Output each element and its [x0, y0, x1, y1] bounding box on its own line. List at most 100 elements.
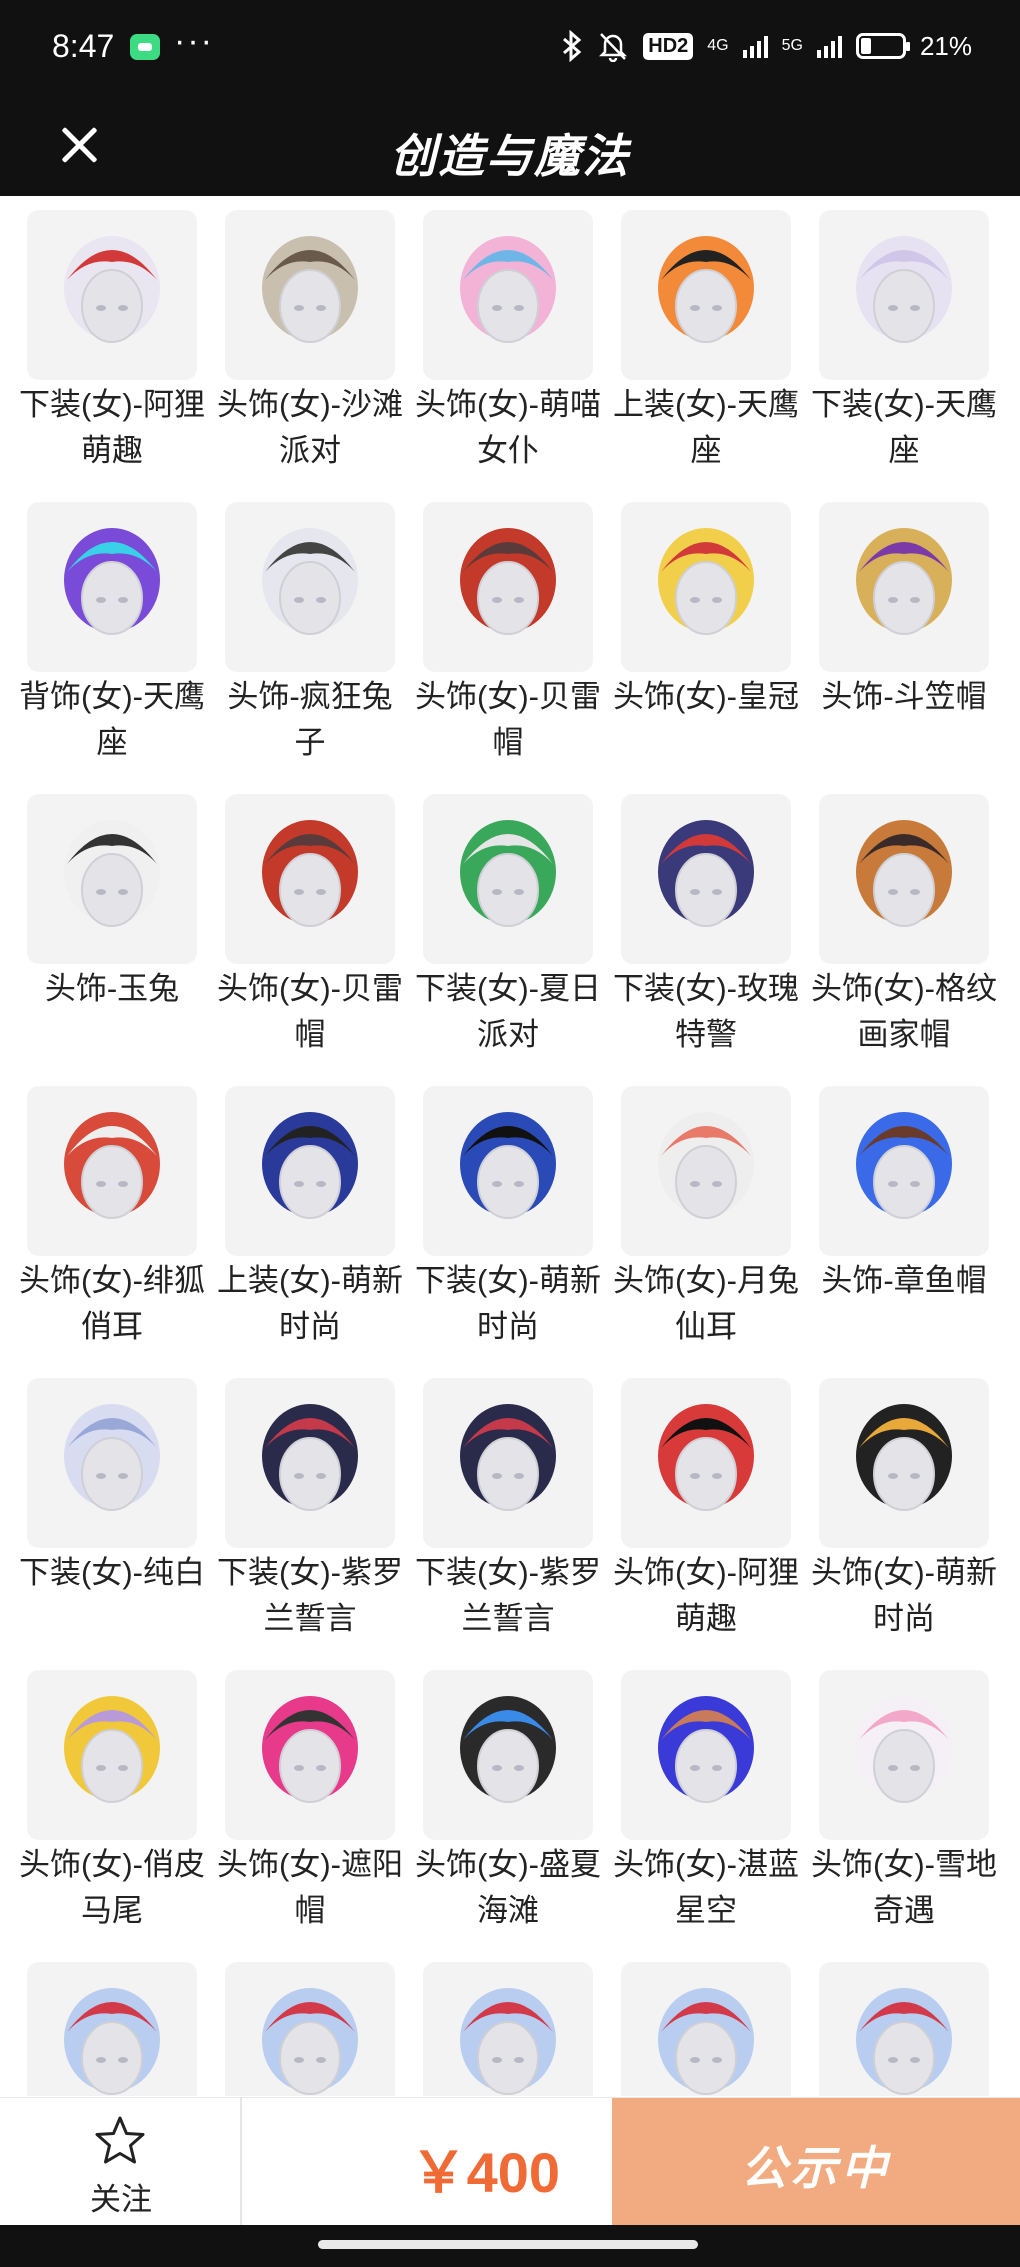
home-indicator[interactable] — [318, 2240, 698, 2249]
system-status-bar: 8:47 ··· HD2 4G 5G 21% — [0, 0, 1020, 98]
status-icons: HD2 4G 5G 21% — [561, 30, 972, 62]
bluetooth-icon — [563, 30, 582, 62]
item-thumbnail — [621, 1378, 791, 1548]
follow-label: 关注 — [90, 2182, 152, 2217]
grid-item[interactable]: 下装(女)-紫罗兰誓言 — [413, 1364, 603, 1656]
grid-item[interactable]: 头饰-章鱼帽 — [809, 1072, 999, 1364]
item-thumbnail — [225, 1670, 395, 1840]
grid-item[interactable]: 头饰-疯狂兔子 — [215, 488, 405, 780]
item-label: 头饰(女)-雪地奇遇 — [811, 1847, 997, 1928]
star-icon — [95, 2116, 145, 2164]
grid-item[interactable]: 头饰-玉兔 — [17, 780, 207, 1072]
grid-item[interactable]: 头饰(女)-萌喵女仆 — [413, 196, 603, 488]
status-time: 8:47 — [52, 28, 115, 64]
item-label: 头饰(女)-湛蓝星空 — [613, 1847, 799, 1928]
grid-item[interactable]: 头饰(女)-阿狸萌趣 — [611, 1364, 801, 1656]
more-notifications-icon: ··· — [174, 22, 214, 60]
grid-item[interactable]: 头饰-斗笠帽 — [809, 488, 999, 780]
item-thumbnail — [819, 1962, 989, 2096]
grid-item[interactable]: 头饰(女)-遮阳帽 — [215, 1656, 405, 1948]
item-thumbnail — [819, 502, 989, 672]
grid-item[interactable]: 头饰(女)-湛蓝星空 — [611, 1656, 801, 1948]
item-thumbnail — [423, 1670, 593, 1840]
item-thumbnail — [225, 1378, 395, 1548]
grid-item[interactable]: 头饰(女)-盛夏海滩 — [413, 1656, 603, 1948]
network-4g-label: 4G — [707, 37, 729, 54]
item-thumbnail — [819, 1670, 989, 1840]
hd-voice-badge: HD2 — [643, 32, 694, 60]
message-notification-icon — [130, 34, 160, 60]
grid-item[interactable]: 头饰(女)-皇冠 — [611, 488, 801, 780]
grid-item[interactable] — [17, 1948, 207, 2096]
grid-item[interactable]: 背饰(女)-天鹰座 — [17, 488, 207, 780]
grid-item[interactable]: 头饰(女)-月兔仙耳 — [611, 1072, 801, 1364]
item-label: 下装(女)-紫罗兰誓言 — [415, 1555, 601, 1636]
follow-button[interactable]: 关注 — [0, 2098, 242, 2226]
item-grid: 下装(女)-阿狸萌趣 头饰(女)-沙滩派对 头饰(女)-萌喵女仆 上装(女)-天鹰座下… — [0, 196, 1020, 2096]
item-thumbnail — [423, 794, 593, 964]
item-thumbnail — [621, 1962, 791, 2096]
item-label: 头饰(女)-俏皮马尾 — [19, 1847, 205, 1928]
item-thumbnail — [27, 1086, 197, 1256]
signal-bars-icon — [742, 34, 768, 58]
grid-item[interactable]: 头饰(女)-贝雷帽 — [215, 780, 405, 1072]
grid-item[interactable]: 头饰(女)-贝雷帽 — [413, 488, 603, 780]
grid-item[interactable]: 下装(女)-夏日派对 — [413, 780, 603, 1072]
item-label: 头饰(女)-萌新时尚 — [811, 1555, 997, 1636]
item-label: 下装(女)-纯白 — [19, 1555, 205, 1590]
grid-item[interactable]: 头饰(女)-绯狐俏耳 — [17, 1072, 207, 1364]
bottom-action-bar: 关注 ￥400 公示中 — [0, 2097, 1020, 2226]
item-thumbnail — [225, 1086, 395, 1256]
signal-bars-icon-2 — [816, 34, 842, 58]
item-thumbnail — [819, 1086, 989, 1256]
item-thumbnail — [423, 210, 593, 380]
item-label: 头饰(女)-皇冠 — [613, 679, 799, 714]
item-thumbnail — [27, 502, 197, 672]
item-label: 下装(女)-玫瑰特警 — [613, 971, 799, 1052]
grid-item[interactable]: 头饰(女)-沙滩派对 — [215, 196, 405, 488]
grid-item[interactable]: 下装(女)-纯白 — [17, 1364, 207, 1656]
page-title: 创造与魔法 — [390, 129, 630, 183]
item-label: 头饰(女)-遮阳帽 — [217, 1847, 403, 1928]
grid-item[interactable]: 头饰(女)-格纹画家帽 — [809, 780, 999, 1072]
public-notice-button[interactable]: 公示中 — [612, 2098, 1020, 2226]
grid-item[interactable]: 头饰(女)-俏皮马尾 — [17, 1656, 207, 1948]
item-label: 上装(女)-天鹰座 — [613, 387, 799, 468]
item-thumbnail — [621, 1086, 791, 1256]
item-label: 头饰(女)-阿狸萌趣 — [613, 1555, 799, 1636]
battery-icon — [855, 33, 910, 59]
grid-item[interactable] — [809, 1948, 999, 2096]
item-thumbnail — [423, 1962, 593, 2096]
item-label: 头饰(女)-贝雷帽 — [415, 679, 601, 760]
item-thumbnail — [27, 1670, 197, 1840]
item-label: 头饰-章鱼帽 — [821, 1263, 987, 1298]
item-thumbnail — [225, 210, 395, 380]
public-notice-label: 公示中 — [741, 2141, 891, 2195]
price-display: ￥400 — [242, 2098, 612, 2226]
item-thumbnail — [423, 1378, 593, 1548]
grid-item[interactable]: 头饰(女)-雪地奇遇 — [809, 1656, 999, 1948]
grid-item[interactable] — [413, 1948, 603, 2096]
grid-item[interactable]: 下装(女)-玫瑰特警 — [611, 780, 801, 1072]
grid-item[interactable]: 下装(女)-天鹰座 — [809, 196, 999, 488]
item-thumbnail — [423, 502, 593, 672]
mute-bell-icon — [599, 33, 628, 62]
grid-item[interactable]: 下装(女)-萌新时尚 — [413, 1072, 603, 1364]
item-thumbnail — [819, 794, 989, 964]
price-value: ￥400 — [410, 2141, 560, 2204]
grid-item[interactable]: 上装(女)-天鹰座 — [611, 196, 801, 488]
item-label: 下装(女)-紫罗兰誓言 — [217, 1555, 403, 1636]
grid-item[interactable] — [215, 1948, 405, 2096]
grid-item[interactable]: 下装(女)-阿狸萌趣 — [17, 196, 207, 488]
system-navigation-bar — [0, 2225, 1020, 2267]
grid-item[interactable] — [611, 1948, 801, 2096]
item-label: 头饰(女)-格纹画家帽 — [811, 971, 997, 1052]
item-label: 头饰-玉兔 — [44, 971, 180, 1006]
item-thumbnail — [225, 1962, 395, 2096]
item-thumbnail — [423, 1086, 593, 1256]
item-thumbnail — [819, 210, 989, 380]
grid-item[interactable]: 上装(女)-萌新时尚 — [215, 1072, 405, 1364]
grid-item[interactable]: 下装(女)-紫罗兰誓言 — [215, 1364, 405, 1656]
item-label: 下装(女)-夏日派对 — [415, 971, 601, 1052]
grid-item[interactable]: 头饰(女)-萌新时尚 — [809, 1364, 999, 1656]
